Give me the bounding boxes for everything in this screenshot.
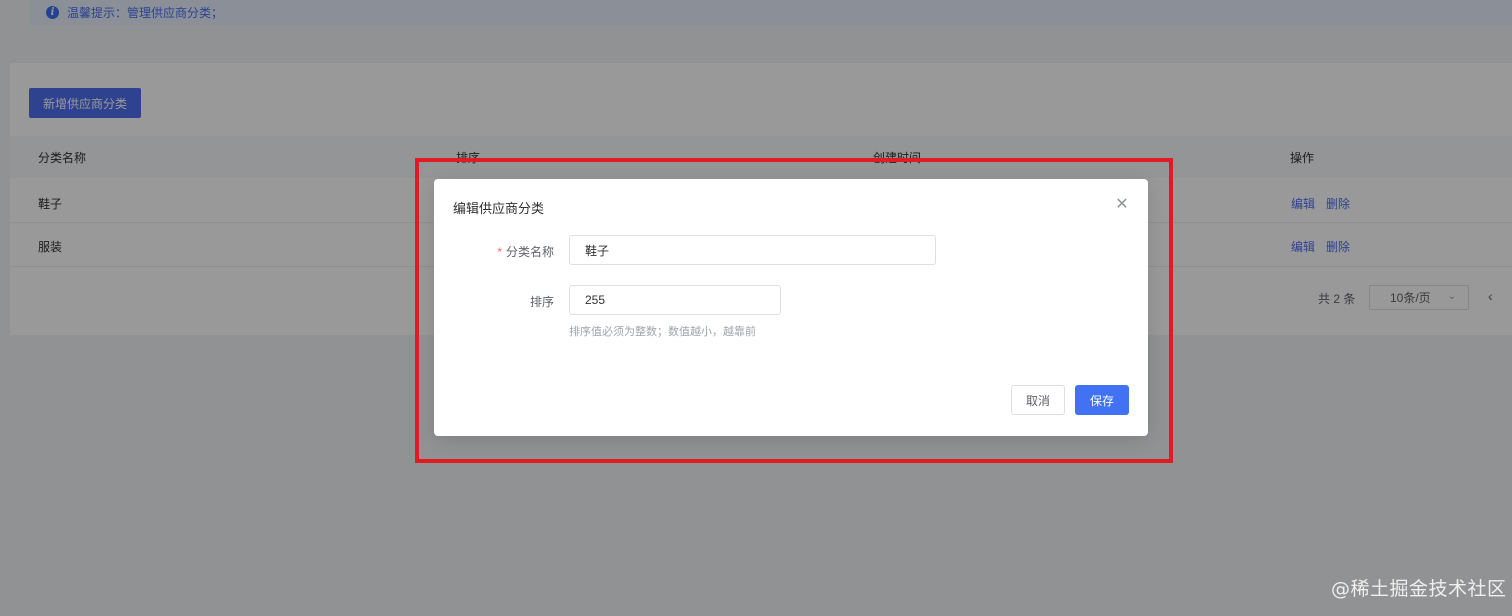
page: i 温馨提示：管理供应商分类； 新增供应商分类 分类名称 排序 创建时间 操作 … xyxy=(0,0,1512,616)
highlight-box xyxy=(415,158,1173,463)
watermark: @稀土掘金技术社区 xyxy=(1331,578,1507,600)
